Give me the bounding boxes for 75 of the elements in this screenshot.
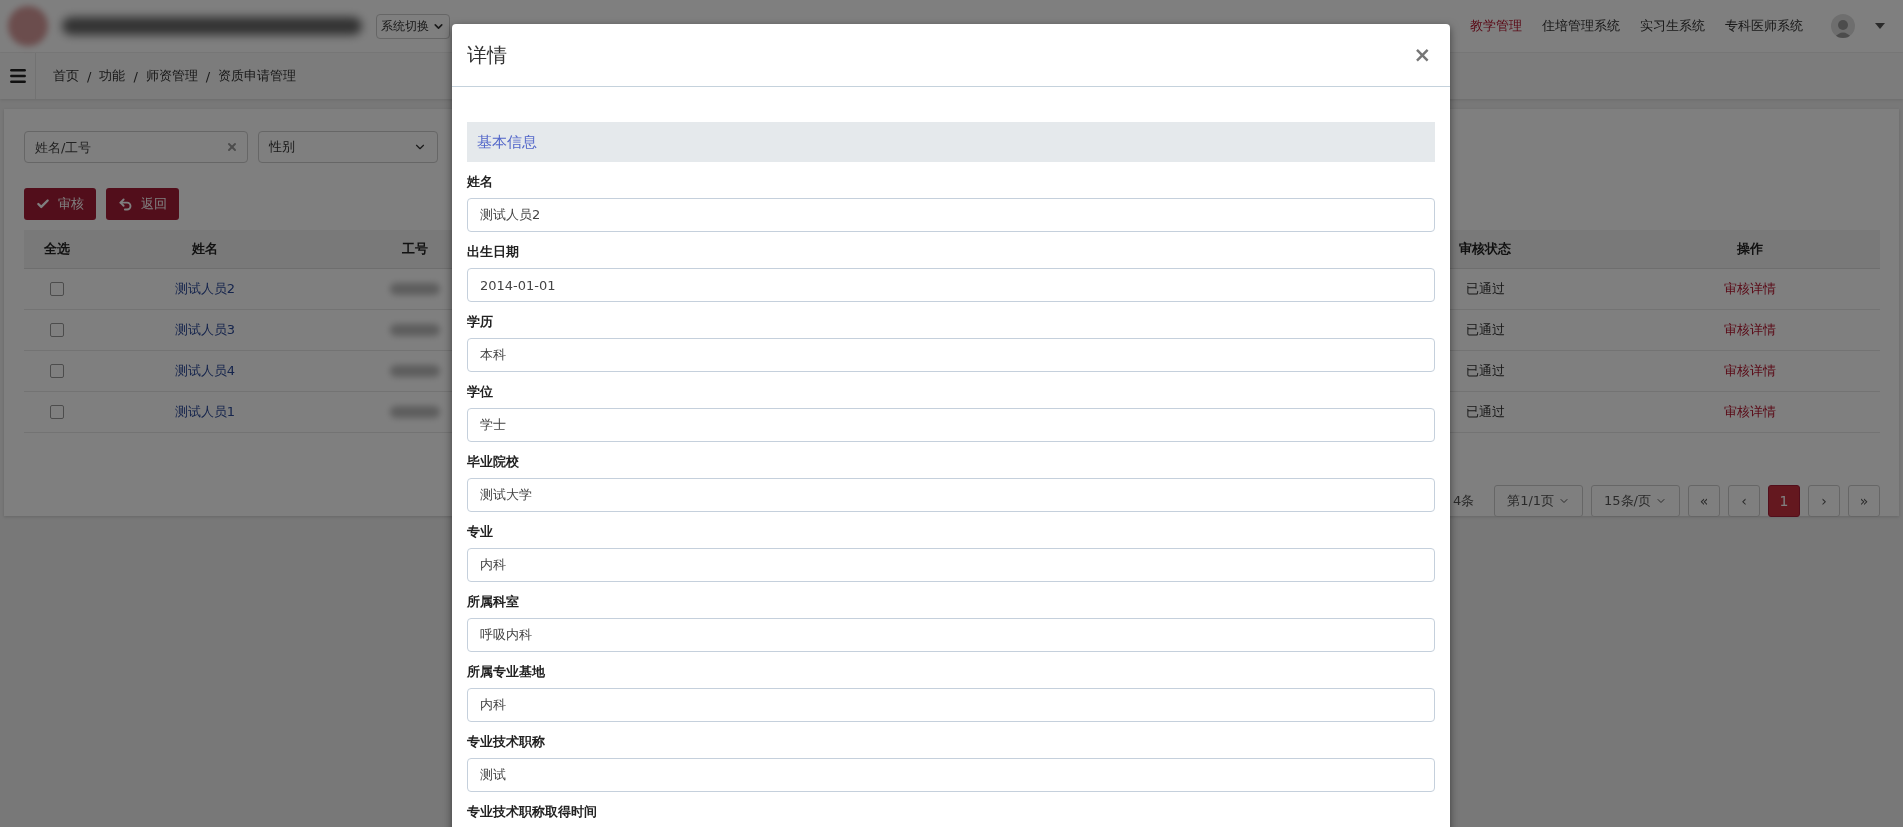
system-switch-select[interactable]: 系统切换	[376, 13, 450, 39]
column-header: 全选	[24, 230, 90, 269]
page-size-select[interactable]: 15条/页	[1591, 485, 1680, 517]
review-detail-link[interactable]: 审核详情	[1724, 280, 1776, 298]
row-checkbox[interactable]	[50, 405, 64, 419]
logo-placeholder	[8, 6, 48, 46]
name-link[interactable]: 测试人员1	[174, 403, 236, 421]
input-field[interactable]: 测试	[467, 758, 1435, 792]
input-field[interactable]: 内科	[467, 548, 1435, 582]
field-label: 毕业院校	[467, 453, 520, 471]
field-label: 所属专业基地	[467, 663, 546, 681]
review-detail-link[interactable]: 审核详情	[1724, 362, 1776, 380]
breadcrumb-item[interactable]: 师资管理	[145, 67, 198, 85]
input-field[interactable]: 本科	[467, 338, 1435, 372]
input-field[interactable]: 2014-01-01	[467, 268, 1435, 302]
back-arrow-icon	[118, 196, 133, 212]
table-cell: 已通过	[1465, 362, 1505, 380]
breadcrumb-separator: /	[87, 68, 92, 84]
row-checkbox[interactable]	[50, 282, 64, 296]
field-label: 专业技术职称取得时间	[467, 803, 598, 821]
row-checkbox[interactable]	[50, 323, 64, 337]
avatar-icon[interactable]	[1831, 14, 1855, 38]
input-field[interactable]: 测试人员2	[467, 198, 1435, 232]
caret-icon[interactable]	[1875, 23, 1885, 29]
breadcrumb-separator: /	[205, 68, 211, 84]
menu-icon	[7, 66, 28, 86]
back-button[interactable]: 返回	[106, 188, 179, 220]
page-button[interactable]: »	[1848, 485, 1880, 517]
breadcrumb-item[interactable]: 首页	[53, 67, 79, 85]
total-count: 4条	[1452, 492, 1475, 510]
review-detail-link[interactable]: 审核详情	[1724, 403, 1776, 421]
clear-icon[interactable]	[226, 141, 238, 153]
page-select[interactable]: 第1/1页	[1494, 485, 1584, 517]
column-header: 操作	[1620, 230, 1880, 269]
row-checkbox[interactable]	[50, 364, 64, 378]
redacted-block	[390, 406, 440, 418]
approve-button[interactable]: 审核	[24, 188, 96, 220]
column-header: 姓名	[90, 230, 320, 269]
field-label: 学位	[467, 383, 494, 401]
input-field[interactable]: 内科	[467, 688, 1435, 722]
page-button[interactable]: ›	[1808, 485, 1840, 517]
nav-link[interactable]: 住培管理系统	[1542, 17, 1620, 35]
nav-link[interactable]: 专科医师系统	[1725, 17, 1803, 35]
breadcrumb-item[interactable]: 功能	[99, 67, 126, 85]
input-field[interactable]: 呼吸内科	[467, 618, 1435, 652]
input-field[interactable]: 学士	[467, 408, 1435, 442]
table-cell: 已通过	[1465, 280, 1505, 298]
breadcrumb-separator: /	[133, 68, 138, 84]
redacted-block	[390, 324, 440, 336]
page-button[interactable]: ‹	[1728, 485, 1760, 517]
nav-link[interactable]: 教学管理	[1470, 17, 1522, 35]
page-button[interactable]: «	[1688, 485, 1720, 517]
field-label: 姓名	[467, 173, 494, 191]
table-cell: 已通过	[1465, 403, 1505, 421]
review-detail-link[interactable]: 审核详情	[1724, 321, 1776, 339]
page-button[interactable]: 1	[1768, 485, 1800, 517]
dialog-title: 详情	[467, 41, 507, 69]
redacted-block	[390, 365, 440, 377]
gender-select[interactable]: 性别	[258, 131, 438, 163]
table-cell: 已通过	[1465, 321, 1505, 339]
redacted-block	[390, 283, 440, 295]
field-label: 专业	[467, 523, 494, 541]
field-label: 专业技术职称	[467, 733, 546, 751]
nav-link[interactable]: 实习生系统	[1640, 17, 1705, 35]
section-header: 基本信息	[467, 122, 1435, 162]
name-link[interactable]: 测试人员4	[174, 362, 236, 380]
close-button[interactable]: ×	[1409, 43, 1435, 67]
breadcrumb-item[interactable]: 资质申请管理	[218, 67, 297, 85]
field-label: 学历	[467, 313, 494, 331]
check-icon	[36, 197, 50, 211]
name-search-field[interactable]: 姓名/工号	[24, 131, 248, 163]
name-link[interactable]: 测试人员2	[174, 280, 236, 298]
name-link[interactable]: 测试人员3	[174, 321, 236, 339]
input-field[interactable]: 测试大学	[467, 478, 1435, 512]
field-label: 所属科室	[467, 593, 520, 611]
